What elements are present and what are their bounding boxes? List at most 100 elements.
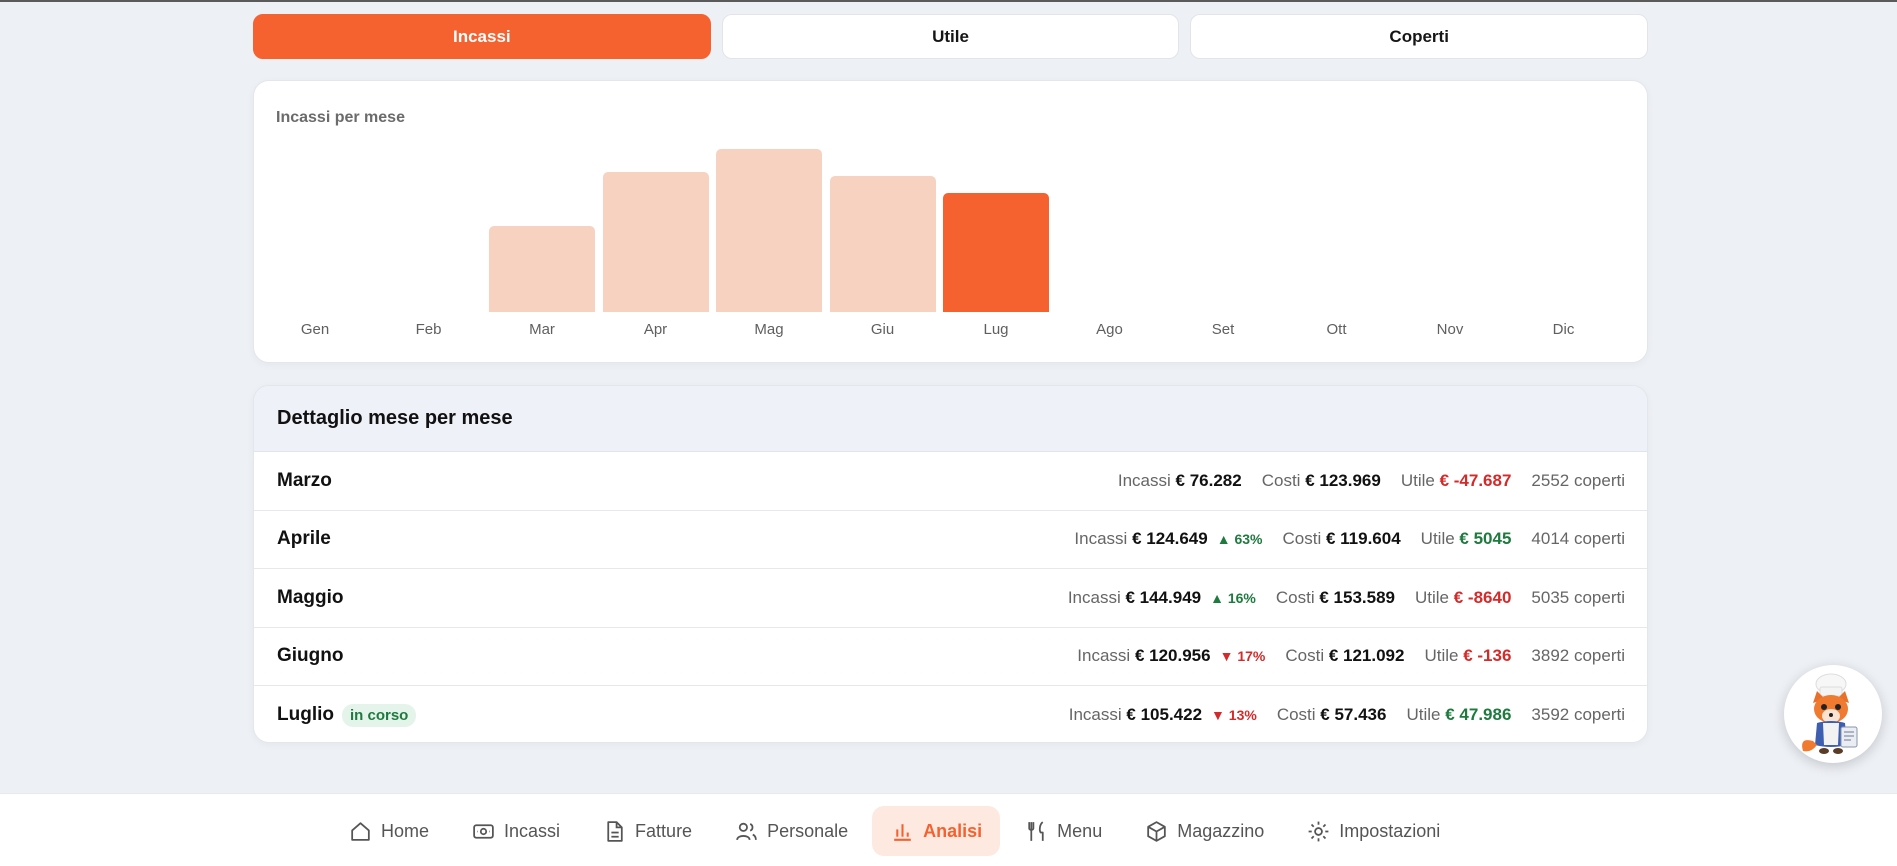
nav-item-fatture[interactable]: Fatture xyxy=(584,806,710,856)
incassi-value: € 144.949 xyxy=(1125,587,1202,607)
month-stats: Incassi € 144.949 ▲ 16% Costi € 153.589 U… xyxy=(1068,588,1625,608)
month-label: Luglio xyxy=(277,704,334,726)
costi-label: Costi xyxy=(1275,587,1315,607)
nav-item-incassi[interactable]: Incassi xyxy=(453,806,578,856)
nav-label: Menu xyxy=(1057,820,1103,841)
nav-item-home[interactable]: Home xyxy=(330,806,447,856)
home-icon xyxy=(351,821,370,841)
utensils-icon xyxy=(1028,820,1044,841)
incassi-stat: Incassi € 124.649 ▲ 63% xyxy=(1074,529,1262,549)
utile-stat: Utile € -47.687 xyxy=(1401,471,1512,491)
status-badge: in corso xyxy=(341,703,417,727)
incassi-label: Incassi xyxy=(1067,587,1121,607)
utile-label: Utile xyxy=(1406,705,1441,725)
nav-label: Personale xyxy=(767,820,849,841)
month-label: Aprile xyxy=(277,528,331,550)
cash-icon xyxy=(473,823,494,839)
month-name: Marzo xyxy=(277,470,332,492)
month-stats: Incassi € 120.956 ▼ 17% Costi € 121.092 U… xyxy=(1077,646,1625,666)
utile-stat: Utile € 5045 xyxy=(1421,529,1512,549)
detail-rows: Marzo Incassi € 76.282 Costi € 123.969 U… xyxy=(254,452,1647,742)
nav-label: Impostazioni xyxy=(1339,820,1441,841)
month-row[interactable]: Marzo Incassi € 76.282 Costi € 123.969 U… xyxy=(254,452,1647,511)
month-name: Giugno xyxy=(277,645,343,667)
incassi-label: Incassi xyxy=(1077,646,1131,666)
top-border xyxy=(0,0,1897,2)
detail-title: Dettaglio mese per mese xyxy=(254,386,1647,452)
incassi-delta: ▼ 13% xyxy=(1211,707,1257,724)
tick-label-giu: Giu xyxy=(870,321,895,338)
month-name: Luglio in corso xyxy=(277,703,417,727)
utile-value: € -8640 xyxy=(1453,587,1512,607)
chart-card: Incassi per mese Gen Feb Mar Apr Mag Giu Lug Ag… xyxy=(253,80,1648,363)
utile-label: Utile xyxy=(1415,587,1450,607)
month-name: Maggio xyxy=(277,587,344,609)
tab-incassi[interactable]: Incassi xyxy=(253,14,711,59)
incassi-label: Incassi xyxy=(1074,529,1128,549)
coperti-value: 3592 coperti xyxy=(1531,705,1625,725)
incassi-stat: Incassi € 105.422 ▼ 13% xyxy=(1069,705,1257,725)
nav-label: Magazzino xyxy=(1177,820,1265,841)
incassi-value: € 76.282 xyxy=(1175,470,1242,490)
month-row[interactable]: Luglio in corso Incassi € 105.422 ▼ 13% Co… xyxy=(254,686,1647,742)
tick-label-feb: Feb xyxy=(415,321,442,338)
tab-coperti[interactable]: Coperti xyxy=(1190,14,1649,59)
chart-title: Incassi per mese xyxy=(276,109,405,126)
utile-value: € 47.986 xyxy=(1445,705,1512,725)
assistant-avatar-button[interactable] xyxy=(1784,665,1882,763)
nav-item-analisi[interactable]: Analisi xyxy=(872,806,1001,856)
costi-stat: Costi € 153.589 xyxy=(1276,588,1395,608)
costi-label: Costi xyxy=(1276,705,1316,725)
coperti-value: 2552 coperti xyxy=(1531,470,1625,490)
tab-utile[interactable]: Utile xyxy=(721,14,1180,59)
utile-stat: Utile € -8640 xyxy=(1415,588,1511,608)
month-row[interactable]: Giugno Incassi € 120.956 ▼ 17% Costi € 12… xyxy=(254,628,1647,686)
fox-chef-avatar-icon xyxy=(1802,673,1858,754)
nav-item-menu[interactable]: Menu xyxy=(1006,806,1120,856)
costi-value: € 123.969 xyxy=(1305,470,1381,490)
incassi-value: € 120.956 xyxy=(1134,646,1211,666)
nav-label: Analisi xyxy=(923,820,983,841)
nav-item-magazzino[interactable]: Magazzino xyxy=(1126,806,1282,856)
tick-label-nov: Nov xyxy=(1436,321,1464,338)
bar-mar xyxy=(489,226,595,312)
nav-items: Home Incassi Fatture Personale Analisi Menu Ma… xyxy=(330,806,1458,856)
month-name: Aprile xyxy=(277,528,331,550)
costi-stat: Costi € 123.969 xyxy=(1262,471,1381,491)
month-row[interactable]: Maggio Incassi € 144.949 ▲ 16% Costi € 15… xyxy=(254,569,1647,628)
users-icon xyxy=(736,822,757,840)
bottom-navigation: Home Incassi Fatture Personale Analisi Menu Ma… xyxy=(0,793,1897,866)
incassi-stat: Incassi € 144.949 ▲ 16% xyxy=(1068,588,1256,608)
month-stats: Incassi € 76.282 Costi € 123.969 Utile €… xyxy=(1118,471,1625,491)
costi-value: € 153.589 xyxy=(1319,587,1395,607)
nav-label: Fatture xyxy=(635,820,693,841)
tick-label-mag: Mag xyxy=(754,321,784,338)
tick-label-ago: Ago xyxy=(1096,321,1123,338)
incassi-delta: ▲ 16% xyxy=(1210,589,1256,606)
month-stats: Incassi € 124.649 ▲ 63% Costi € 119.604 U… xyxy=(1074,529,1625,549)
month-row[interactable]: Aprile Incassi € 124.649 ▲ 63% Costi € 11… xyxy=(254,511,1647,569)
incassi-label: Incassi xyxy=(1117,470,1171,490)
incassi-value: € 124.649 xyxy=(1132,529,1208,549)
nav-label: Incassi xyxy=(504,820,561,841)
utile-value: € -47.687 xyxy=(1439,470,1512,490)
month-label: Maggio xyxy=(277,586,344,608)
tick-label-set: Set xyxy=(1211,321,1235,338)
month-stats: Incassi € 105.422 ▼ 13% Costi € 57.436 Ut… xyxy=(1069,705,1625,725)
utile-stat: Utile € -136 xyxy=(1424,646,1511,666)
costi-value: € 57.436 xyxy=(1320,705,1387,725)
incassi-stat: Incassi € 120.956 ▼ 17% xyxy=(1077,646,1265,666)
nav-item-personale[interactable]: Personale xyxy=(716,806,866,856)
coperti-value: 4014 coperti xyxy=(1531,529,1625,549)
costi-label: Costi xyxy=(1261,470,1301,490)
document-icon xyxy=(607,820,623,842)
nav-item-impostazioni[interactable]: Impostazioni xyxy=(1288,806,1458,856)
bar-mag xyxy=(716,149,822,312)
settings-icon xyxy=(1308,821,1329,841)
incassi-delta: ▼ 17% xyxy=(1219,648,1266,665)
tick-label-ott: Ott xyxy=(1326,321,1347,338)
incassi-stat: Incassi € 76.282 xyxy=(1118,471,1242,491)
bar-chart-icon xyxy=(894,823,911,841)
coperti-value: 3892 coperti xyxy=(1531,646,1625,666)
costi-label: Costi xyxy=(1282,529,1322,549)
